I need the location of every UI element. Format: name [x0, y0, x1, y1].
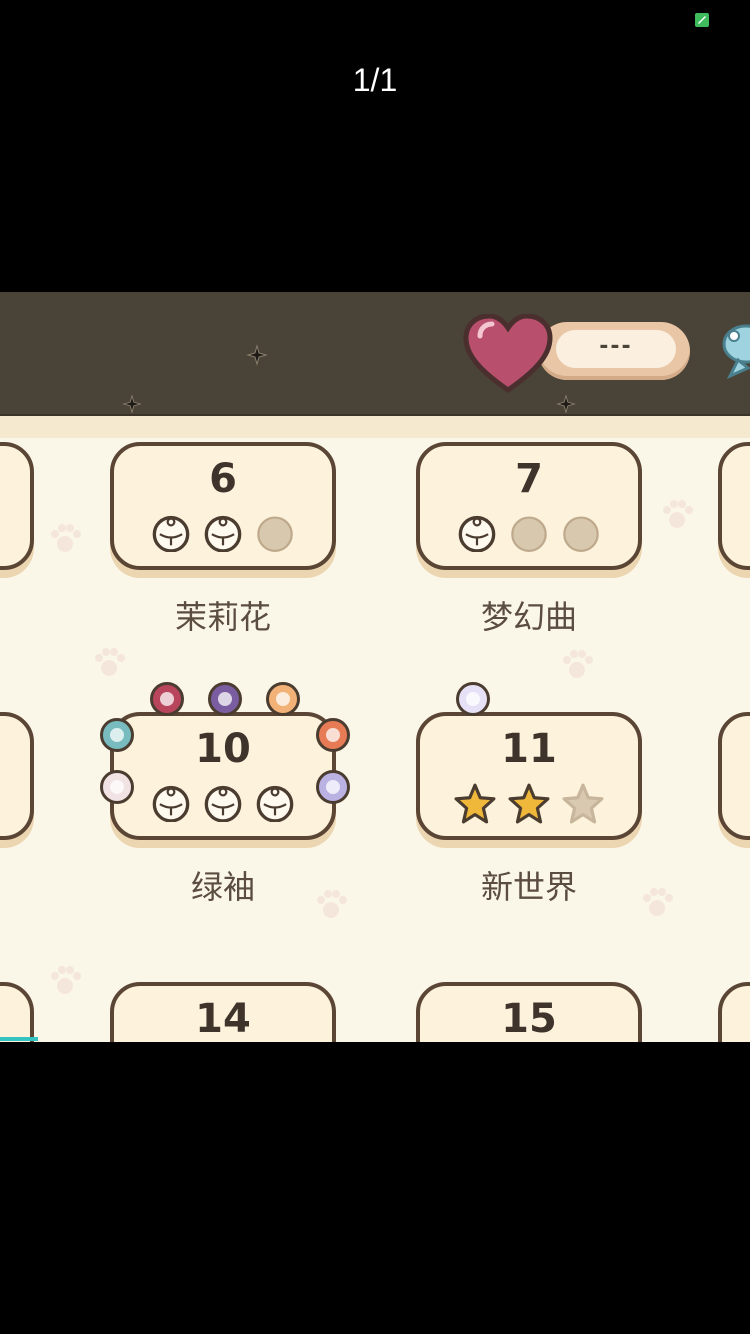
level-rating: [114, 782, 332, 822]
level-rating: [114, 512, 332, 552]
level-number: 7: [515, 456, 543, 502]
level-card-partial[interactable]: [0, 712, 34, 840]
bell-icon-earned: [256, 785, 294, 822]
cat-badge-icon: [316, 770, 350, 804]
bell-icon-earned: [152, 785, 190, 822]
level-card-10[interactable]: 10: [110, 712, 336, 840]
level-rating: [420, 512, 638, 552]
cat-badge-icon: [100, 770, 134, 804]
bell-icon-empty: [563, 516, 599, 552]
level-card-partial[interactable]: [0, 442, 34, 570]
level-title: 梦幻曲: [480, 598, 577, 636]
paw-print-decoration: [663, 500, 693, 528]
cat-badge-icon: [208, 682, 242, 716]
cat-badge-icon: [100, 718, 134, 752]
paw-print-decoration: [563, 650, 593, 678]
sparkle-icon: [122, 394, 142, 414]
level-number: 14: [195, 996, 251, 1042]
star-icon-earned: [508, 783, 550, 824]
star-icon-empty: [562, 783, 604, 824]
bell-icon-empty: [511, 516, 547, 552]
level-number: 6: [209, 456, 237, 502]
bell-icon-empty: [257, 516, 293, 552]
bell-icon-earned: [204, 515, 242, 552]
level-card-6[interactable]: 6: [110, 442, 336, 570]
level-title: 新世界: [480, 868, 577, 906]
level-title: 绿袖: [190, 868, 255, 906]
level-rating: [420, 782, 638, 824]
level-card-7[interactable]: 7: [416, 442, 642, 570]
sparkle-icon: [246, 344, 268, 366]
level-card-15[interactable]: 15: [416, 982, 642, 1042]
level-number: 11: [501, 726, 557, 772]
progress-strip: [0, 1037, 38, 1041]
game-level-select: --- 6 茉莉花 7 梦幻曲 10 绿袖 11 新世界 14 15: [0, 292, 750, 1042]
paw-print-decoration: [95, 648, 125, 676]
cat-badge-icon: [150, 682, 184, 716]
cat-badge-icon: [456, 682, 490, 716]
star-icon-earned: [454, 783, 496, 824]
bell-icon-earned: [152, 515, 190, 552]
fish-icon[interactable]: [716, 316, 750, 380]
level-card-partial[interactable]: [718, 712, 750, 840]
image-counter: 1/1: [352, 62, 398, 98]
top-hud-edge: [0, 414, 750, 438]
heart-icon: [463, 314, 553, 394]
level-card-partial[interactable]: [0, 982, 34, 1042]
bell-icon-earned: [204, 785, 242, 822]
bell-icon-earned: [458, 515, 496, 552]
level-card-14[interactable]: 14: [110, 982, 336, 1042]
level-number: 15: [501, 996, 557, 1042]
paw-print-decoration: [51, 966, 81, 994]
lives-value: ---: [556, 330, 676, 368]
level-card-partial[interactable]: [718, 442, 750, 570]
cat-badge-icon: [266, 682, 300, 716]
cat-badge-icon: [316, 718, 350, 752]
level-title: 茉莉花: [174, 598, 271, 636]
level-number: 10: [195, 726, 251, 772]
lives-counter[interactable]: ---: [538, 322, 690, 380]
edit-icon[interactable]: [694, 12, 710, 28]
paw-print-decoration: [51, 524, 81, 552]
level-card-partial[interactable]: [718, 982, 750, 1042]
paw-print-decoration: [643, 888, 673, 916]
level-card-11[interactable]: 11: [416, 712, 642, 840]
sparkle-icon: [556, 394, 576, 414]
